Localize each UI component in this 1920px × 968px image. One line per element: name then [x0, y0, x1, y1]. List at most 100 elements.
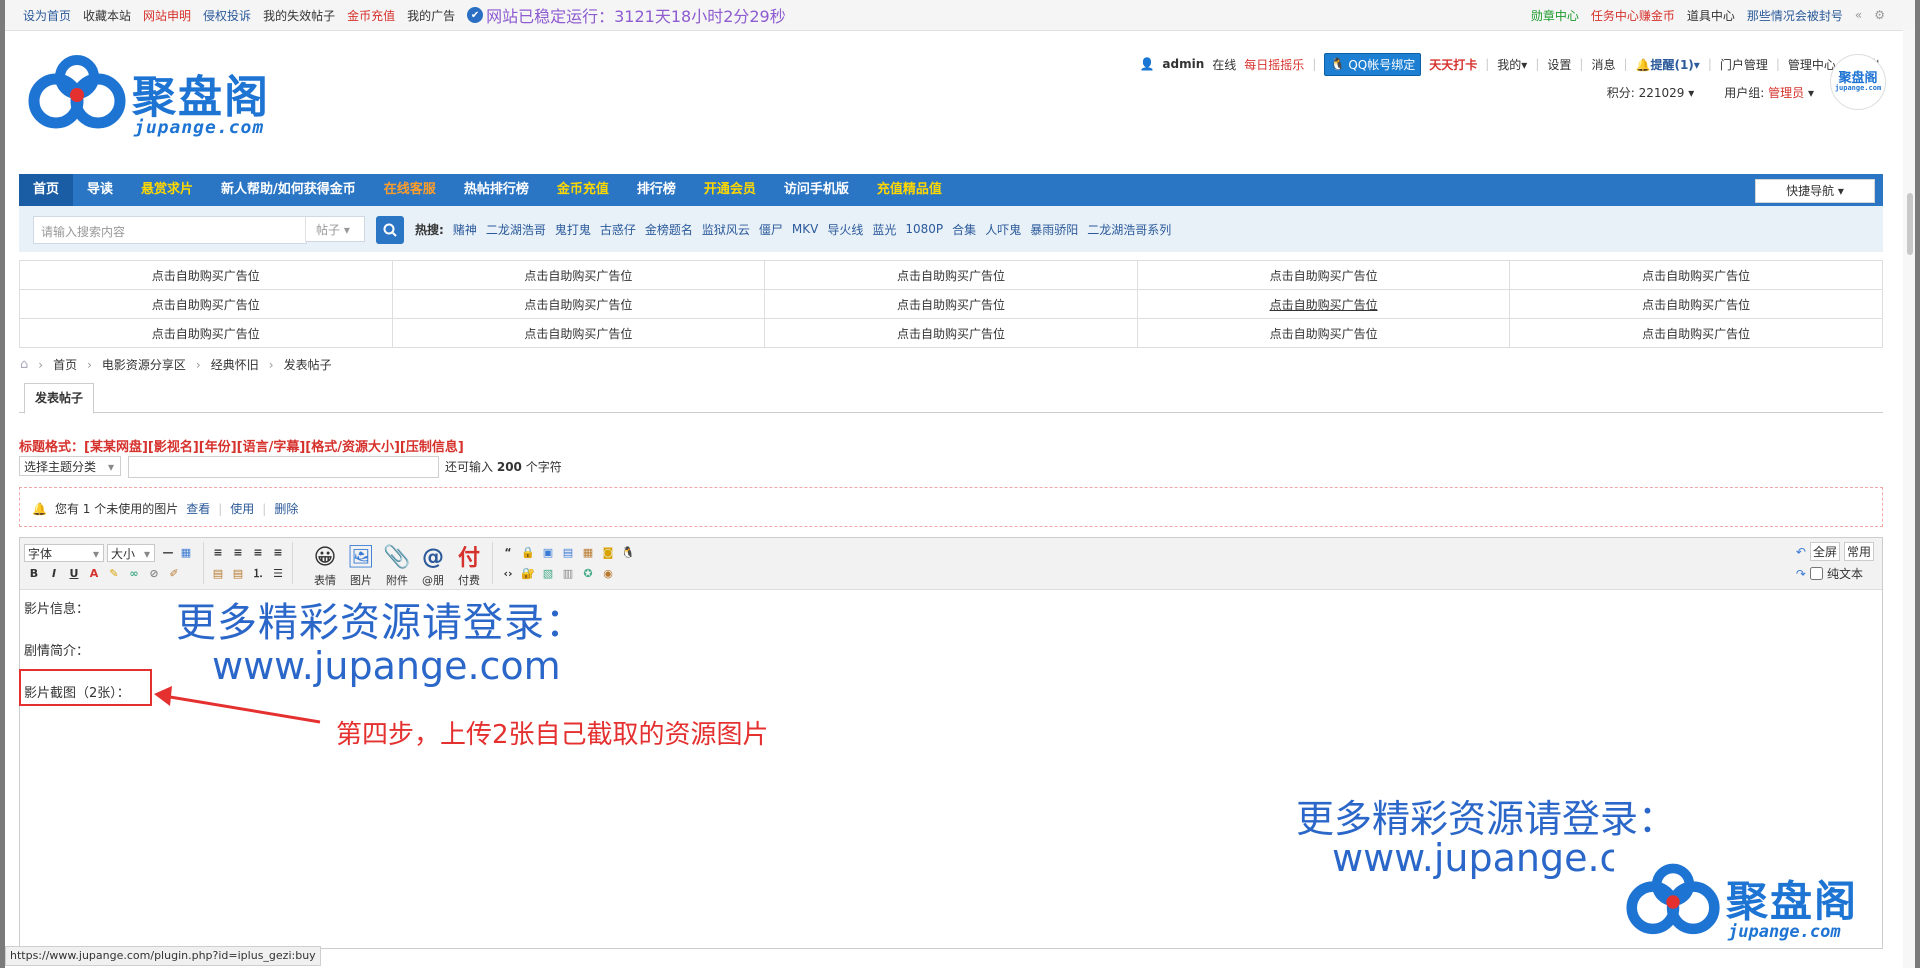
post-title-input[interactable]	[128, 456, 439, 478]
breadcrumb-item[interactable]: 经典怀旧	[211, 356, 259, 373]
media-icon[interactable]: ▦	[580, 545, 596, 561]
nav-item[interactable]: 首页	[19, 174, 74, 206]
points-menu[interactable]: 积分: 221029 ▾	[1607, 84, 1695, 101]
editor-line-plot[interactable]: 剧情简介：	[24, 640, 89, 659]
username[interactable]: admin	[1162, 57, 1204, 71]
align-right-icon[interactable]: ≡	[270, 545, 286, 561]
hot-keyword[interactable]: 人吓鬼	[985, 221, 1021, 238]
redo-icon[interactable]: ↷	[1796, 567, 1806, 581]
horizontal-rule-icon[interactable]: —	[160, 545, 176, 561]
bold-icon[interactable]: B	[26, 566, 42, 582]
highlight-icon[interactable]: ✎	[106, 566, 122, 582]
settings-link[interactable]: 设置	[1547, 56, 1571, 73]
ad-slot-link[interactable]: 点击自助购买广告位	[1136, 318, 1511, 348]
locate-icon[interactable]: ✪	[580, 566, 596, 582]
hot-keyword[interactable]: 暴雨骄阳	[1030, 221, 1078, 238]
top-link[interactable]: 金币充值	[347, 7, 395, 24]
breadcrumb-item[interactable]: 发表帖子	[284, 356, 332, 373]
topic-category-select[interactable]: 选择主题分类 ▾	[19, 456, 121, 476]
italic-icon[interactable]: I	[46, 566, 62, 582]
ad-slot-link[interactable]: 点击自助购买广告位	[19, 260, 393, 290]
top-link[interactable]: 我的失效帖子	[263, 7, 335, 24]
clear-format-icon[interactable]: ✐	[166, 566, 182, 582]
top-right-link[interactable]: 任务中心赚金币	[1591, 7, 1675, 24]
float-right-icon[interactable]: ▤	[230, 566, 246, 582]
top-right-link[interactable]: 道具中心	[1687, 7, 1735, 24]
ad-slot-link[interactable]: 点击自助购买广告位	[764, 260, 1138, 290]
hot-keyword[interactable]: 鬼打鬼	[555, 221, 591, 238]
admin-center-link[interactable]: 管理中心	[1788, 56, 1836, 73]
page-icon[interactable]: ▣	[540, 545, 556, 561]
ad-slot-link[interactable]: 点击自助购买广告位	[19, 318, 393, 348]
align-left-icon[interactable]: ≡	[210, 545, 226, 561]
table-icon[interactable]: ▦	[178, 545, 194, 561]
quick-nav-button[interactable]: 快捷导航 ▾	[1755, 179, 1875, 203]
link-icon[interactable]: ∞	[126, 566, 142, 582]
nav-item[interactable]: 在线客服	[370, 174, 450, 206]
ad-slot-link[interactable]: 点击自助购买广告位	[1136, 260, 1511, 290]
ad-slot-link[interactable]: 点击自助购买广告位	[764, 289, 1138, 319]
unordered-list-icon[interactable]: ☰	[270, 566, 286, 582]
ad-slot-link[interactable]: 点击自助购买广告位	[391, 318, 766, 348]
messages-link[interactable]: 消息	[1591, 56, 1615, 73]
ad-slot-link[interactable]: 点击自助购买广告位	[391, 260, 766, 290]
search-type-select[interactable]: 帖子 ▾	[305, 216, 365, 242]
breadcrumb-item[interactable]: 首页	[53, 356, 77, 373]
nav-item[interactable]: 开通会员	[690, 174, 770, 206]
font-color-icon[interactable]: A	[86, 566, 102, 582]
daily-shake-link[interactable]: 每日摇摇乐	[1244, 56, 1304, 73]
hot-keyword[interactable]: 赌神	[453, 221, 477, 238]
emoji-button[interactable]: 😀 表情	[308, 544, 342, 588]
unlink-icon[interactable]: ⊘	[146, 566, 162, 582]
gallery-icon[interactable]: ▧	[540, 566, 556, 582]
paid-content-button[interactable]: 付付费	[452, 544, 486, 588]
search-input[interactable]: 请输入搜索内容	[33, 216, 307, 244]
nav-item[interactable]: 充值精品值	[863, 174, 956, 206]
scrollbar-thumb[interactable]	[1907, 193, 1913, 255]
top-link[interactable]: 侵权投诉	[203, 7, 251, 24]
double-chevron-left-icon[interactable]: «	[1855, 8, 1862, 22]
nav-item[interactable]: 导读	[73, 174, 127, 206]
hot-keyword[interactable]: 1080P	[905, 222, 943, 236]
underline-icon[interactable]: U	[66, 566, 82, 582]
top-right-link[interactable]: 勋章中心	[1531, 7, 1579, 24]
user-group[interactable]: 用户组: 管理员 ▾	[1724, 84, 1814, 101]
ad-slot-link[interactable]: 点击自助购买广告位	[1509, 318, 1883, 348]
attachment-button[interactable]: 📎 附件	[380, 544, 414, 588]
nav-item[interactable]: 新人帮助/如何获得金币	[207, 174, 370, 206]
fullscreen-button[interactable]: 全屏	[1809, 542, 1840, 561]
scrollbar-track[interactable]	[1903, 30, 1915, 968]
index-icon[interactable]: ▤	[560, 545, 576, 561]
hot-keyword[interactable]: 二龙湖浩哥	[486, 221, 546, 238]
nav-item[interactable]: 悬赏求片	[127, 174, 207, 206]
hot-keyword[interactable]: 僵尸	[759, 221, 783, 238]
float-left-icon[interactable]: ▤	[210, 566, 226, 582]
ad-slot-link[interactable]: 点击自助购买广告位	[1136, 289, 1511, 319]
view-link[interactable]: 查看	[186, 500, 210, 517]
font-size-select[interactable]: 大小 ▾	[107, 544, 155, 562]
code-icon[interactable]: ‹›	[500, 566, 516, 582]
palette-icon[interactable]: ⚙	[1874, 8, 1885, 22]
top-right-link[interactable]: 那些情况会被封号	[1747, 7, 1843, 24]
delete-link[interactable]: 删除	[274, 500, 298, 517]
mention-button[interactable]: @ @朋	[416, 544, 450, 588]
search-button[interactable]	[376, 216, 404, 244]
font-family-select[interactable]: 字体 ▾	[24, 544, 104, 562]
bg-icon[interactable]: ◙	[600, 545, 616, 561]
common-button[interactable]: 常用	[1843, 542, 1874, 561]
top-link[interactable]: 网站申明	[143, 7, 191, 24]
home-icon[interactable]: ⌂	[20, 357, 28, 372]
ad-slot-link[interactable]: 点击自助购买广告位	[391, 289, 766, 319]
audio-icon[interactable]: ◉	[600, 566, 616, 582]
hot-keyword[interactable]: 导火线	[827, 221, 863, 238]
top-link[interactable]: 设为首页	[23, 7, 71, 24]
nav-item[interactable]: 访问手机版	[770, 174, 863, 206]
hide-icon[interactable]: 🔒	[520, 545, 536, 561]
qq-icon[interactable]: 🐧	[620, 545, 636, 561]
ad-slot-link[interactable]: 点击自助购买广告位	[1509, 260, 1883, 290]
hot-keyword[interactable]: 监狱风云	[702, 221, 750, 238]
avatar[interactable]: 聚盘阁 jupange.com	[1830, 54, 1886, 110]
breadcrumb-item[interactable]: 电影资源分享区	[102, 356, 186, 373]
hot-keyword[interactable]: 金榜题名	[645, 221, 693, 238]
remind-menu[interactable]: 🔔提醒(1)▾	[1636, 56, 1700, 73]
